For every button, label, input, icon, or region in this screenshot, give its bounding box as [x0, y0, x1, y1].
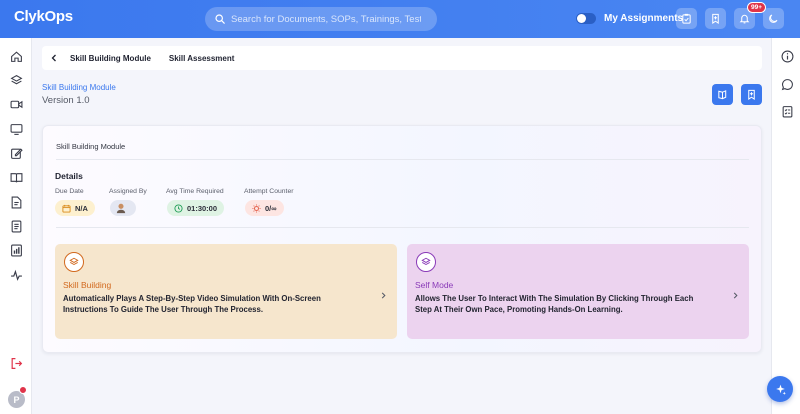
report-icon [10, 244, 22, 256]
details-heading: Details [55, 171, 83, 181]
version-label: Version 1.0 [42, 95, 90, 106]
self-mode-icon [416, 252, 436, 272]
calendar-icon [62, 204, 71, 213]
activity-icon [10, 269, 22, 281]
skill-building-mode-icon [64, 252, 84, 272]
sidebar-item-lists[interactable] [9, 219, 23, 233]
sun-icon [252, 203, 261, 213]
avg-time-label: Avg Time Required [166, 188, 224, 195]
avatar-status-dot [19, 386, 27, 394]
self-mode-chevron [730, 290, 740, 300]
module-action-button[interactable] [712, 84, 733, 105]
list-document-icon [11, 220, 21, 232]
attempt-counter-label: Attempt Counter [244, 188, 294, 195]
sidebar-item-screens[interactable] [9, 122, 23, 136]
clock-icon [174, 203, 183, 213]
module-bookmark-button[interactable] [741, 84, 762, 105]
app-logo[interactable]: ClykOps [14, 8, 73, 25]
tab-skill-assessment[interactable]: Skill Assessment [169, 54, 235, 63]
layers-icon [10, 74, 22, 84]
self-mode-description: Allows The User To Interact With The Sim… [415, 294, 694, 314]
layers-icon [69, 257, 79, 266]
right-sidebar [771, 38, 800, 414]
checklist-icon [782, 105, 792, 117]
chevron-right-icon [733, 292, 738, 298]
self-mode-card[interactable]: Self Mode Allows The User To Interact Wi… [407, 244, 749, 339]
moon-icon [769, 14, 778, 23]
book-open-icon [718, 90, 727, 100]
edit-icon [10, 147, 23, 159]
top-bar: ClykOps My Assignments 99+ [0, 0, 800, 38]
layers-icon [421, 257, 431, 266]
sidebar-item-reports[interactable] [9, 243, 23, 257]
logout-button[interactable] [9, 356, 23, 370]
info-button[interactable] [780, 49, 794, 63]
my-assignments-toggle[interactable] [576, 13, 596, 24]
sidebar-item-activity[interactable] [9, 268, 23, 282]
bookmark-icon [712, 13, 719, 24]
avg-time-value: 01:30:00 [187, 203, 218, 213]
bookmark-plus-icon [748, 89, 755, 100]
home-icon [10, 50, 22, 62]
sidebar-item-home[interactable] [9, 49, 23, 63]
info-icon [781, 50, 793, 62]
back-button[interactable] [45, 49, 63, 67]
tasks-button[interactable] [676, 8, 697, 29]
self-mode-title: Self Mode [415, 280, 454, 290]
due-date-label: Due Date [55, 188, 84, 195]
skill-building-chevron [378, 290, 388, 300]
comments-button[interactable] [780, 77, 794, 91]
theme-toggle-button[interactable] [763, 8, 784, 29]
search-box[interactable] [205, 7, 437, 31]
search-input[interactable] [231, 13, 421, 25]
card-divider [56, 159, 749, 160]
card-title: Skill Building Module [56, 142, 126, 151]
chat-icon [781, 78, 793, 90]
sidebar-item-edit[interactable] [9, 146, 23, 160]
sidebar-item-videos[interactable] [9, 97, 23, 111]
attempt-counter-value: 0/∞ [265, 203, 277, 213]
monitor-icon [10, 123, 22, 135]
details-divider [56, 227, 749, 228]
document-edit-icon [11, 196, 21, 208]
bell-icon [739, 14, 750, 24]
skill-building-description: Automatically Plays A Step-By-Step Video… [63, 294, 321, 314]
clipboard-check-icon [682, 13, 691, 24]
skill-building-title: Skill Building [63, 280, 112, 290]
assigned-by-pill [110, 200, 136, 216]
checklist-button[interactable] [780, 104, 794, 118]
bookmarks-button[interactable] [705, 8, 726, 29]
search-icon [215, 14, 225, 24]
avg-time-pill: 01:30:00 [167, 200, 225, 216]
sparkle-icon [775, 384, 786, 395]
sidebar-item-library[interactable] [9, 170, 23, 184]
module-tab-bar: Skill Building Module Skill Assessment [42, 46, 762, 70]
video-icon [10, 100, 22, 108]
my-assignments-label: My Assignments [604, 13, 684, 24]
tab-skill-building-module[interactable]: Skill Building Module [70, 54, 151, 63]
left-sidebar: P [0, 38, 32, 414]
chevron-right-icon [381, 292, 386, 298]
module-breadcrumb-link[interactable]: Skill Building Module [42, 83, 116, 92]
skill-building-mode-card[interactable]: Skill Building Automatically Plays A Ste… [55, 244, 397, 339]
sidebar-item-documents[interactable] [9, 195, 23, 209]
due-date-value: N/A [75, 203, 88, 213]
assigned-by-label: Assigned By [109, 188, 147, 195]
ai-assistant-button[interactable] [767, 376, 793, 402]
logout-icon [11, 357, 22, 369]
chevron-left-icon [51, 54, 56, 62]
module-card: Skill Building Module Details Due Date A… [42, 125, 762, 353]
due-date-pill: N/A [55, 200, 95, 216]
assignee-avatar-icon [116, 203, 126, 214]
attempt-counter-pill: 0/∞ [245, 200, 284, 216]
sidebar-item-layers[interactable] [9, 73, 23, 87]
book-icon [10, 172, 22, 182]
